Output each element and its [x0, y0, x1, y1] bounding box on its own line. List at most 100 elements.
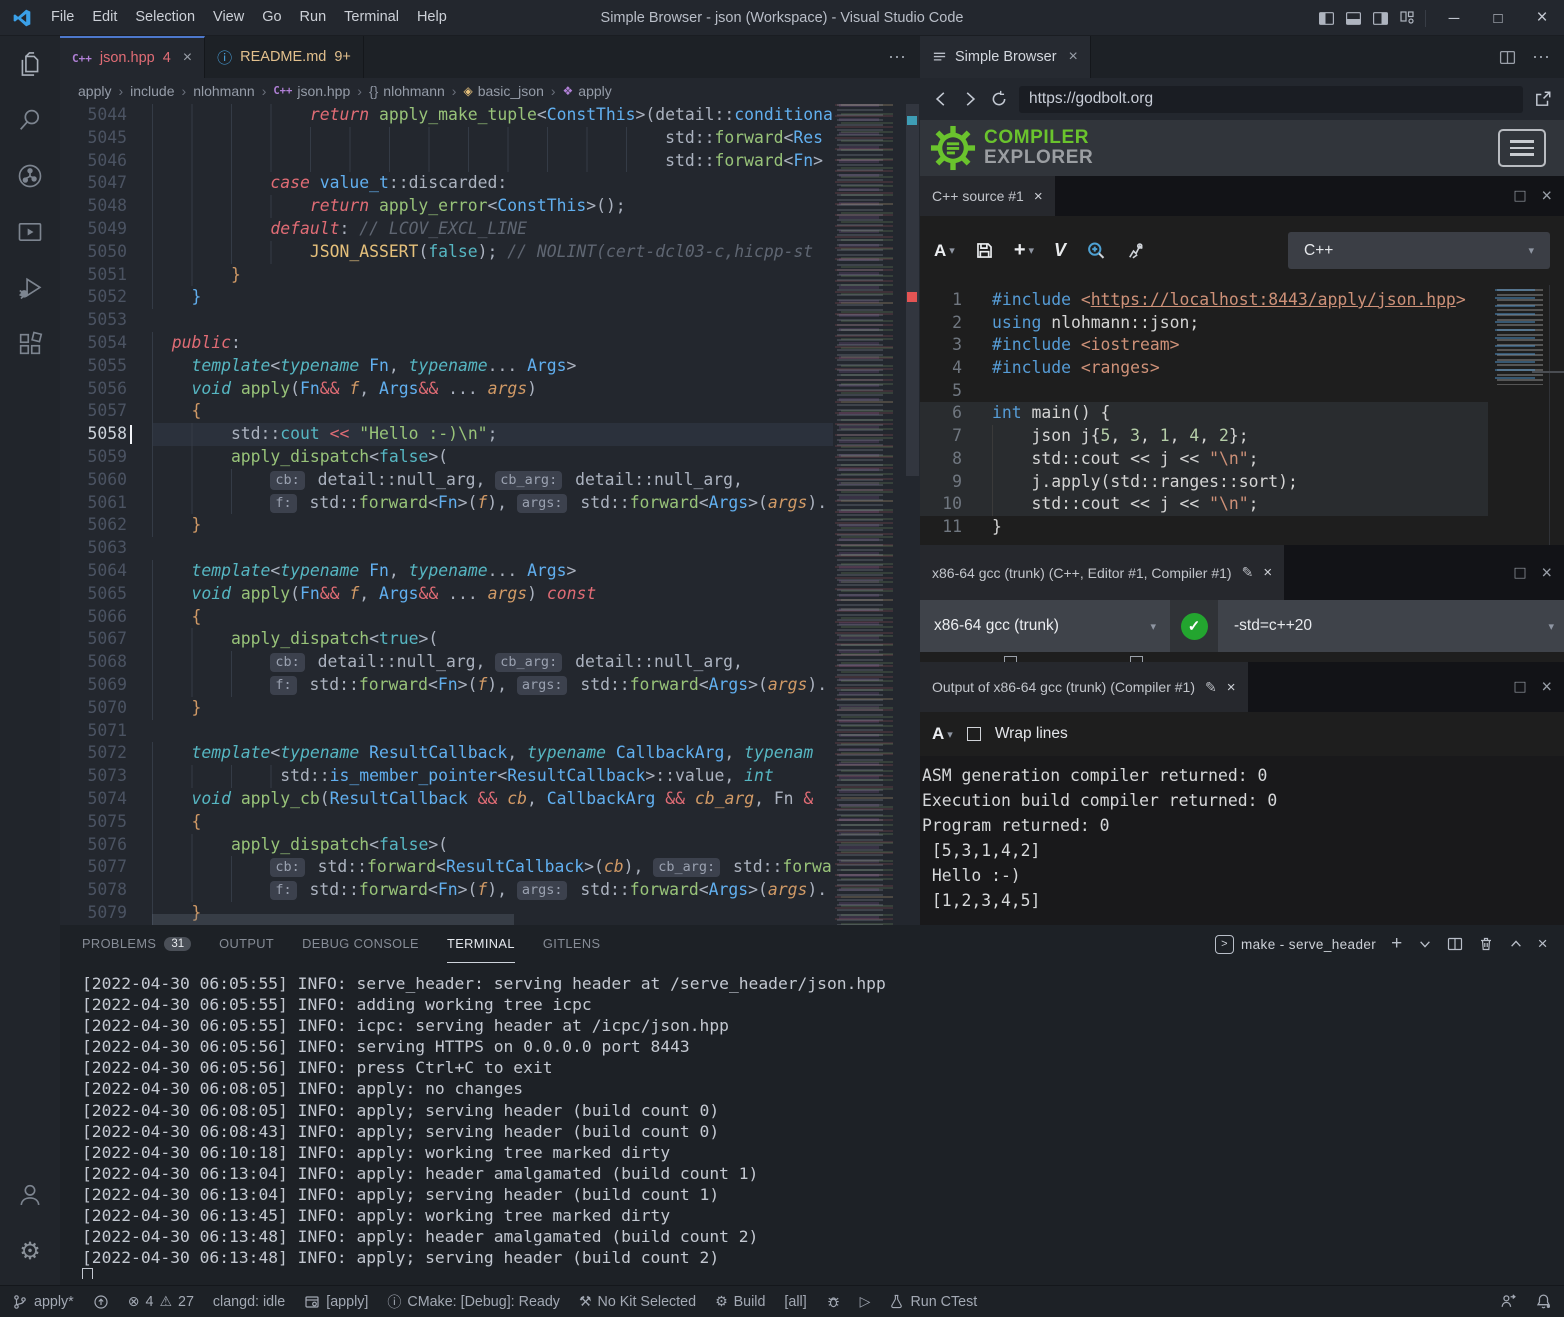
customize-layout-icon[interactable] [1399, 10, 1415, 26]
panel-tab-gitlens[interactable]: GITLENS [543, 925, 601, 963]
split-editor-icon[interactable] [1499, 49, 1516, 66]
code-line[interactable]: 5059apply_dispatch<false>( [60, 446, 833, 469]
code-line[interactable]: 3#include <iostream> [920, 334, 1488, 357]
code-line[interactable]: 5060cb: detail::null_arg, cb_arg: detail… [60, 469, 833, 492]
status-build-target[interactable]: [all] [784, 1294, 806, 1310]
more-actions-icon[interactable]: ⋯ [1532, 47, 1550, 68]
close-tab-icon[interactable]: × [183, 49, 192, 67]
test-explorer-icon[interactable] [0, 204, 60, 260]
code-line[interactable]: 5045std::forward<Res [60, 127, 833, 150]
code-line[interactable]: 5071 [60, 720, 833, 743]
code-line[interactable]: 5053 [60, 309, 833, 332]
code-line[interactable]: 5065void apply(Fn&& f, Args&& ... args) … [60, 583, 833, 606]
code-line[interactable]: 5076apply_dispatch<false>( [60, 834, 833, 857]
maximize-button[interactable]: □ [1476, 0, 1520, 36]
scrollbar-thumb[interactable] [906, 104, 919, 476]
code-line[interactable]: 5051} [60, 264, 833, 287]
tool-icon[interactable] [1126, 241, 1146, 261]
close-pane-icon[interactable]: × [1541, 186, 1552, 207]
panel-tab-problems[interactable]: PROBLEMS31 [82, 925, 191, 963]
code-line[interactable]: 5074void apply_cb(ResultCallback && cb, … [60, 788, 833, 811]
breadcrumb-item[interactable]: include [130, 83, 174, 99]
code-line[interactable]: 5048return apply_error<ConstThis>(); [60, 195, 833, 218]
breadcrumb-item[interactable]: nlohmann [193, 83, 255, 99]
close-button[interactable]: × [1520, 0, 1564, 36]
code-line[interactable]: 1#include <https://localhost:8443/apply/… [920, 289, 1488, 312]
code-line[interactable]: 5061f: std::forward<Fn>(f), args: std::f… [60, 492, 833, 515]
breadcrumb-item[interactable]: ◈basic_json [463, 83, 543, 99]
code-line[interactable]: 5064template<typename Fn, typename... Ar… [60, 560, 833, 583]
more-actions-icon[interactable]: ⋯ [888, 47, 906, 68]
reload-icon[interactable] [990, 90, 1008, 108]
ce-source-tab[interactable]: C++ source #1 × [920, 176, 1055, 216]
extensions-icon[interactable] [0, 316, 60, 372]
breadcrumb-item[interactable]: C++json.hpp [273, 83, 350, 99]
toggle-secondary-sidebar-icon[interactable] [1372, 10, 1389, 27]
breadcrumb-item[interactable]: apply [78, 83, 111, 99]
code-line[interactable]: 5062} [60, 514, 833, 537]
run-and-debug-icon[interactable] [0, 260, 60, 316]
panel-tab-terminal[interactable]: TERMINAL [447, 925, 515, 963]
vertical-scrollbar[interactable] [905, 104, 920, 925]
menu-help[interactable]: Help [408, 0, 456, 35]
code-line[interactable]: 5047case value_t::discarded: [60, 172, 833, 195]
code-line[interactable]: 5057{ [60, 400, 833, 423]
code-line[interactable]: 5058std::cout << "Hello :-)\n"; [60, 423, 833, 446]
close-pane-icon[interactable]: × [1541, 562, 1552, 583]
status-git-branch[interactable]: apply* [12, 1294, 74, 1310]
compiler-select[interactable]: x86-64 gcc (trunk) ▾ [920, 617, 1170, 635]
menu-terminal[interactable]: Terminal [335, 0, 408, 35]
horizontal-scrollbar[interactable] [152, 914, 514, 925]
code-line[interactable]: 11} [920, 516, 1488, 539]
code-line[interactable]: 5078f: std::forward<Fn>(f), args: std::f… [60, 879, 833, 902]
code-line[interactable]: 5066{ [60, 606, 833, 629]
close-pane-icon[interactable]: × [1541, 677, 1552, 698]
zoom-icon[interactable] [1086, 241, 1106, 261]
code-line[interactable]: 5054public: [60, 332, 833, 355]
rename-icon[interactable]: ✎ [1205, 679, 1217, 696]
terminal-dropdown-icon[interactable] [1418, 937, 1432, 951]
ce-compiler-tab[interactable]: x86-64 gcc (trunk) (C++, Editor #1, Comp… [920, 545, 1284, 600]
breadcrumb-item[interactable]: ❖apply [563, 83, 612, 99]
vim-mode-icon[interactable]: V [1054, 240, 1066, 261]
status-clangd[interactable]: clangd: idle [213, 1294, 285, 1310]
compiler-options-input[interactable]: -std=c++20 [1218, 617, 1548, 635]
minimize-button[interactable]: ─ [1432, 0, 1476, 36]
terminal-session[interactable]: > make - serve_header [1215, 935, 1376, 954]
status-cmake-state[interactable]: ⓘ CMake: [Debug]: Ready [387, 1292, 560, 1312]
close-icon[interactable]: × [1263, 564, 1272, 581]
toggle-panel-icon[interactable] [1345, 10, 1362, 27]
status-cmake-project[interactable]: [apply] [304, 1294, 368, 1310]
search-icon[interactable] [0, 92, 60, 148]
code-line[interactable]: 5075{ [60, 811, 833, 834]
code-line[interactable]: 5073std::is_member_pointer<ResultCallbac… [60, 765, 833, 788]
accounts-icon[interactable] [0, 1167, 60, 1223]
code-line[interactable]: 7json j{5, 3, 1, 4, 2}; [920, 425, 1488, 448]
code-line[interactable]: 5070} [60, 697, 833, 720]
maximize-pane-icon[interactable]: □ [1515, 562, 1526, 583]
close-tab-icon[interactable]: × [1069, 48, 1078, 66]
code-line[interactable]: 5049default: // LCOV_EXCL_LINE [60, 218, 833, 241]
status-sync-icon[interactable] [93, 1294, 109, 1310]
status-kit[interactable]: ⚒ No Kit Selected [579, 1294, 696, 1310]
code-line[interactable]: 9j.apply(std::ranges::sort); [920, 471, 1488, 494]
forward-icon[interactable] [961, 90, 979, 108]
settings-gear-icon[interactable]: ⚙ [0, 1223, 60, 1279]
hamburger-menu-icon[interactable] [1498, 129, 1546, 167]
notifications-bell-icon[interactable] [1535, 1293, 1552, 1310]
url-input[interactable] [1019, 86, 1523, 113]
terminal-output[interactable]: [2022-04-30 06:05:55] INFO: serve_header… [82, 973, 1556, 1279]
open-external-icon[interactable] [1534, 90, 1552, 108]
status-build-button[interactable]: ⚙ Build [715, 1294, 765, 1310]
ce-output-tab[interactable]: Output of x86-64 gcc (trunk) (Compiler #… [920, 662, 1248, 712]
tab-json-hpp[interactable]: C++ json.hpp 4 × [60, 36, 205, 78]
status-run-ctest[interactable]: Run CTest [889, 1294, 977, 1310]
menu-edit[interactable]: Edit [83, 0, 126, 35]
code-line[interactable]: 6int main() { [920, 402, 1488, 425]
menu-selection[interactable]: Selection [126, 0, 204, 35]
code-line[interactable]: 5067apply_dispatch<true>( [60, 628, 833, 651]
code-line[interactable]: 5063 [60, 537, 833, 560]
maximize-panel-icon[interactable] [1509, 937, 1523, 951]
code-line[interactable]: 5055template<typename Fn, typename... Ar… [60, 355, 833, 378]
status-debug-icon[interactable] [826, 1294, 841, 1309]
